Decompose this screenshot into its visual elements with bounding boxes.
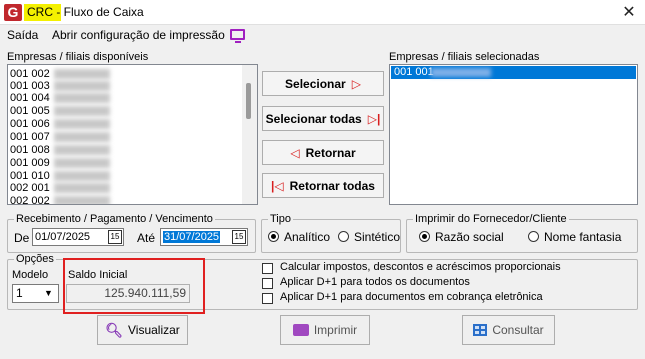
view-button-label: Visualizar (127, 323, 180, 337)
dates-group: Recebimento / Pagamento / Vencimento De … (7, 213, 256, 253)
radio-synthetic[interactable] (338, 231, 349, 242)
date-from-field[interactable]: 01/07/2025 15 (32, 228, 124, 246)
date-from-label: De (14, 231, 30, 245)
selected-list-label: Empresas / filiais selecionadas (389, 51, 540, 63)
checkbox-proportional-taxes[interactable] (262, 263, 273, 274)
selected-companies-list[interactable]: 001 001 (389, 64, 638, 205)
model-label: Modelo (12, 269, 49, 281)
dates-group-title: Recebimento / Pagamento / Vencimento (14, 213, 215, 225)
list-item[interactable]: 001 008 (10, 144, 110, 156)
printer-icon (292, 324, 309, 336)
list-item[interactable]: 001 010 (10, 170, 110, 182)
print-supplier-group: Imprimir do Fornecedor/Cliente Razão soc… (406, 213, 638, 253)
checkbox-d1-all-documents-label[interactable]: Aplicar D+1 para todos os documentos (280, 276, 470, 288)
app-logo-icon: G (4, 4, 22, 21)
list-item[interactable]: 001 006 (10, 118, 110, 130)
highlight-annotation (63, 258, 205, 314)
checkbox-d1-electronic-billing[interactable] (262, 293, 273, 304)
consult-button[interactable]: Consultar (462, 315, 555, 345)
arrow-left-icon: ◁ (290, 145, 300, 160)
chevron-down-icon[interactable]: ▼ (44, 288, 53, 298)
list-item[interactable]: 002 001 (10, 182, 110, 194)
list-item[interactable]: 001 005 (10, 105, 110, 117)
options-group-title: Opções (14, 253, 56, 265)
list-item[interactable]: 001 007 (10, 131, 110, 143)
checkbox-d1-all-documents[interactable] (262, 278, 273, 289)
view-button[interactable]: 🔍︎ Visualizar (97, 315, 188, 345)
available-list-label: Empresas / filiais disponíveis (7, 51, 149, 63)
select-all-button-label: Selecionar todas (265, 111, 362, 126)
select-all-button[interactable]: Selecionar todas ▷| (262, 106, 384, 131)
calendar-icon[interactable]: 15 (108, 230, 122, 244)
select-button[interactable]: Selecionar ▷ (262, 71, 384, 96)
model-select-value: 1 (16, 286, 23, 300)
print-button-label: Imprimir (313, 323, 358, 337)
radio-trade-name-label[interactable]: Nome fantasia (544, 230, 621, 244)
vertical-scrollbar[interactable] (242, 65, 257, 204)
return-all-button[interactable]: |◁ Retornar todas (262, 173, 384, 198)
arrow-right-end-icon: ▷| (367, 111, 381, 126)
radio-trade-name[interactable] (528, 231, 539, 242)
model-select[interactable]: 1 ▼ (12, 284, 59, 303)
date-to-label: Até (137, 231, 156, 245)
arrow-left-start-icon: |◁ (271, 178, 284, 193)
magnifier-icon: 🔍︎ (105, 321, 123, 338)
available-companies-list[interactable]: 001 002 001 003 001 004 001 005 001 006 … (7, 64, 258, 205)
radio-corporate-name-label[interactable]: Razão social (435, 230, 504, 244)
radio-corporate-name[interactable] (419, 231, 430, 242)
type-group: Tipo Analítico Sintético (261, 213, 401, 253)
arrow-right-icon: ▷ (351, 76, 361, 91)
list-item[interactable]: 002 002 (10, 195, 110, 204)
type-group-title: Tipo (268, 213, 293, 225)
print-supplier-group-title: Imprimir do Fornecedor/Cliente (413, 213, 569, 225)
checkbox-d1-electronic-billing-label[interactable]: Aplicar D+1 para documentos em cobrança … (280, 291, 543, 303)
grid-icon (473, 324, 488, 336)
close-button[interactable]: ✕ (616, 2, 642, 23)
menu-item-print-config[interactable]: Abrir configuração de impressão (52, 28, 225, 42)
window-title: CRC - Fluxo de Caixa (27, 5, 144, 19)
list-item[interactable]: 001 004 (10, 92, 110, 104)
select-button-label: Selecionar (285, 76, 346, 91)
return-button-label: Retornar (305, 145, 356, 160)
list-item[interactable]: 001 003 (10, 80, 110, 92)
scrollbar-thumb[interactable] (246, 83, 251, 119)
list-item[interactable]: 001 002 (10, 68, 110, 80)
checkbox-proportional-taxes-label[interactable]: Calcular impostos, descontos e acréscimo… (280, 261, 561, 273)
radio-analytic[interactable] (268, 231, 279, 242)
menu-item-exit[interactable]: Saída (7, 28, 38, 42)
list-item-selected[interactable]: 001 001 (391, 66, 636, 79)
date-to-field[interactable]: 31/07/2025 15 (160, 228, 248, 246)
list-item[interactable]: 001 009 (10, 157, 110, 169)
calendar-icon[interactable]: 15 (232, 230, 246, 244)
return-all-button-label: Retornar todas (289, 178, 375, 193)
consult-button-label: Consultar (492, 323, 544, 337)
return-button[interactable]: ◁ Retornar (262, 140, 384, 165)
radio-analytic-label[interactable]: Analítico (284, 230, 330, 244)
print-button[interactable]: Imprimir (280, 315, 370, 345)
monitor-icon[interactable] (230, 29, 245, 43)
radio-synthetic-label[interactable]: Sintético (354, 230, 400, 244)
